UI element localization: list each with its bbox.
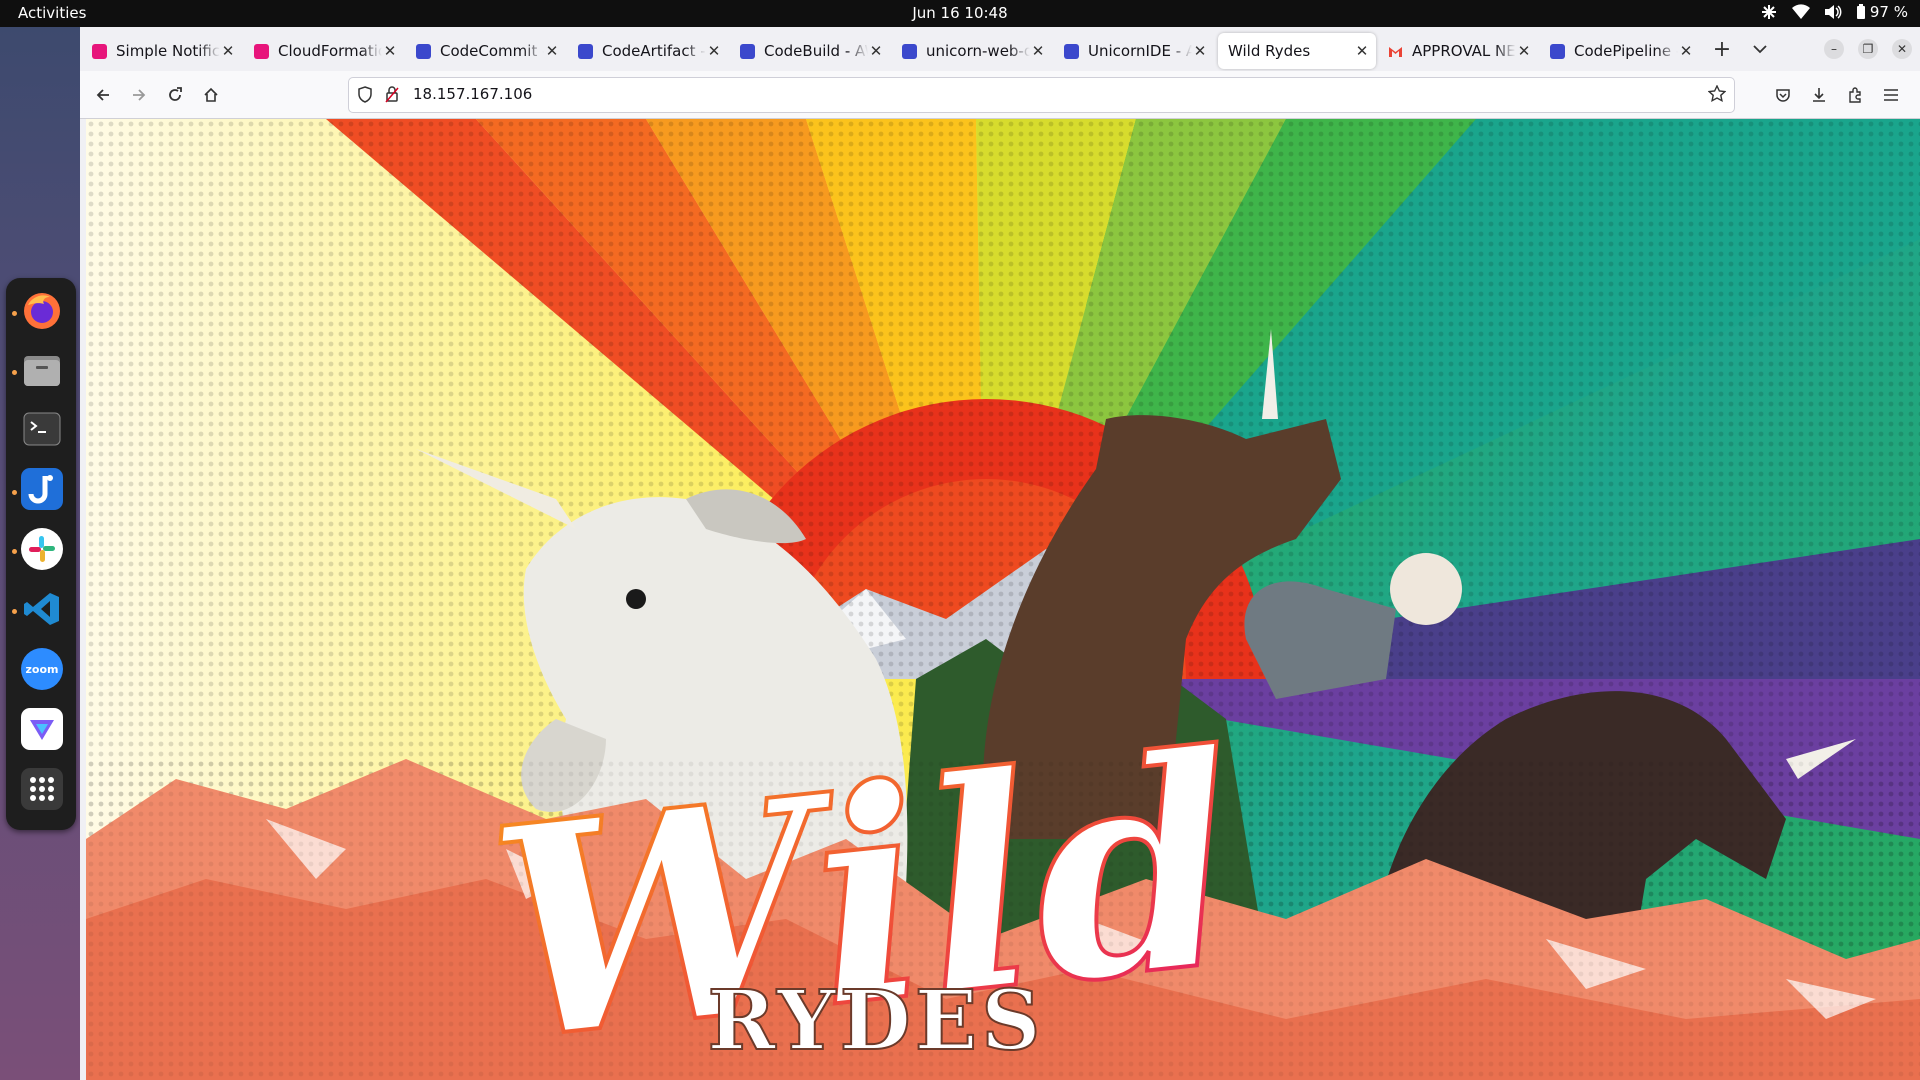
firefox-icon[interactable]	[21, 290, 63, 332]
system-tray[interactable]: 97 %	[1760, 3, 1908, 21]
running-indicator	[12, 549, 17, 554]
navigation-toolbar: 18.157.167.106	[80, 71, 1920, 119]
tab-close-icon[interactable]: ✕	[220, 42, 236, 60]
tab-simple-notification[interactable]: Simple Notifica ✕	[84, 33, 242, 69]
running-indicator	[12, 609, 17, 614]
tab-unicorn-web[interactable]: unicorn-web-de ✕	[894, 33, 1052, 69]
tab-close-icon[interactable]: ✕	[1678, 42, 1694, 60]
gmail-icon	[1388, 44, 1403, 59]
dock: zoom	[6, 278, 76, 830]
tab-close-icon[interactable]: ✕	[544, 42, 560, 60]
running-indicator	[12, 370, 17, 375]
forward-icon[interactable]	[124, 80, 154, 110]
terminal-icon[interactable]	[21, 408, 63, 450]
download-icon[interactable]	[1804, 80, 1834, 110]
tab-unicornide[interactable]: UnicornIDE - AW ✕	[1056, 33, 1214, 69]
aws-codepipeline-icon	[1550, 43, 1565, 59]
aws-codecommit-icon	[416, 43, 431, 59]
back-icon[interactable]	[88, 80, 118, 110]
slack-icon[interactable]	[21, 528, 63, 570]
chevron-down-icon	[1753, 45, 1767, 54]
tab-close-icon[interactable]: ✕	[1192, 42, 1208, 60]
reload-icon[interactable]	[160, 80, 190, 110]
tab-close-icon[interactable]: ✕	[1354, 42, 1370, 60]
url-text[interactable]: 18.157.167.106	[413, 85, 532, 103]
close-window-button[interactable]: ✕	[1892, 39, 1912, 59]
vscode-icon[interactable]	[21, 588, 63, 630]
bookmark-star-icon[interactable]	[1707, 84, 1727, 107]
show-apps-icon[interactable]	[21, 768, 63, 810]
minimize-button[interactable]: –	[1824, 39, 1844, 59]
list-all-tabs-button[interactable]	[1746, 35, 1774, 63]
network-icon[interactable]	[1760, 3, 1778, 21]
files-icon[interactable]	[21, 349, 63, 391]
running-indicator	[12, 490, 17, 495]
tab-codeartifact[interactable]: CodeArtifact - A ✕	[570, 33, 728, 69]
restore-button[interactable]: ❐	[1858, 39, 1878, 59]
url-bar[interactable]: 18.157.167.106	[348, 77, 1735, 113]
app-icon[interactable]	[21, 708, 63, 750]
tab-wild-rydes[interactable]: Wild Rydes ✕	[1218, 33, 1376, 69]
wild-rydes-logo: Wild RYDES	[476, 689, 1255, 1080]
tab-codepipeline[interactable]: CodePipeline - A ✕	[1542, 33, 1700, 69]
running-indicator	[12, 311, 17, 316]
web-page-content: Wild RYDES	[86, 119, 1920, 1080]
battery-indicator[interactable]: 97 %	[1856, 3, 1908, 21]
logo-rydes-text: RYDES	[708, 973, 1045, 1069]
zoom-icon[interactable]: zoom	[21, 648, 63, 690]
aws-cloudformation-icon	[254, 43, 269, 59]
shield-icon[interactable]	[357, 86, 373, 107]
insecure-lock-icon[interactable]	[385, 86, 399, 107]
volume-icon[interactable]	[1824, 3, 1842, 21]
tab-close-icon[interactable]: ✕	[706, 42, 722, 60]
wifi-icon[interactable]	[1791, 3, 1810, 21]
battery-icon	[1856, 4, 1865, 19]
aws-codebuild-icon	[740, 43, 755, 59]
aws-cloud9-icon	[1064, 43, 1079, 59]
menu-icon[interactable]	[1876, 80, 1906, 110]
tab-codebuild[interactable]: CodeBuild - AW ✕	[732, 33, 890, 69]
aws-sns-icon	[92, 43, 107, 59]
tab-close-icon[interactable]: ✕	[1516, 42, 1532, 60]
aws-codeartifact-icon	[578, 43, 593, 59]
tab-bar: Simple Notifica ✕ CloudFormation ✕ CodeC…	[80, 27, 1920, 71]
tab-close-icon[interactable]: ✕	[868, 42, 884, 60]
tab-gmail-approval[interactable]: APPROVAL NEE ✕	[1380, 33, 1538, 69]
new-tab-button[interactable]: +	[1708, 35, 1736, 63]
tab-cloudformation[interactable]: CloudFormation ✕	[246, 33, 404, 69]
joplin-icon[interactable]	[21, 468, 63, 510]
tab-close-icon[interactable]: ✕	[1030, 42, 1046, 60]
firefox-window: Simple Notifica ✕ CloudFormation ✕ CodeC…	[80, 27, 1920, 1080]
tab-codecommit[interactable]: CodeCommit - A ✕	[408, 33, 566, 69]
aws-service-icon	[902, 43, 917, 59]
clock[interactable]: Jun 16 10:48	[0, 4, 1920, 22]
extensions-icon[interactable]	[1840, 80, 1870, 110]
system-top-bar: Activities Jun 16 10:48 97 %	[0, 0, 1920, 27]
tab-close-icon[interactable]: ✕	[382, 42, 398, 60]
pocket-icon[interactable]	[1768, 80, 1798, 110]
home-icon[interactable]	[196, 80, 226, 110]
battery-percent: 97 %	[1869, 3, 1908, 21]
